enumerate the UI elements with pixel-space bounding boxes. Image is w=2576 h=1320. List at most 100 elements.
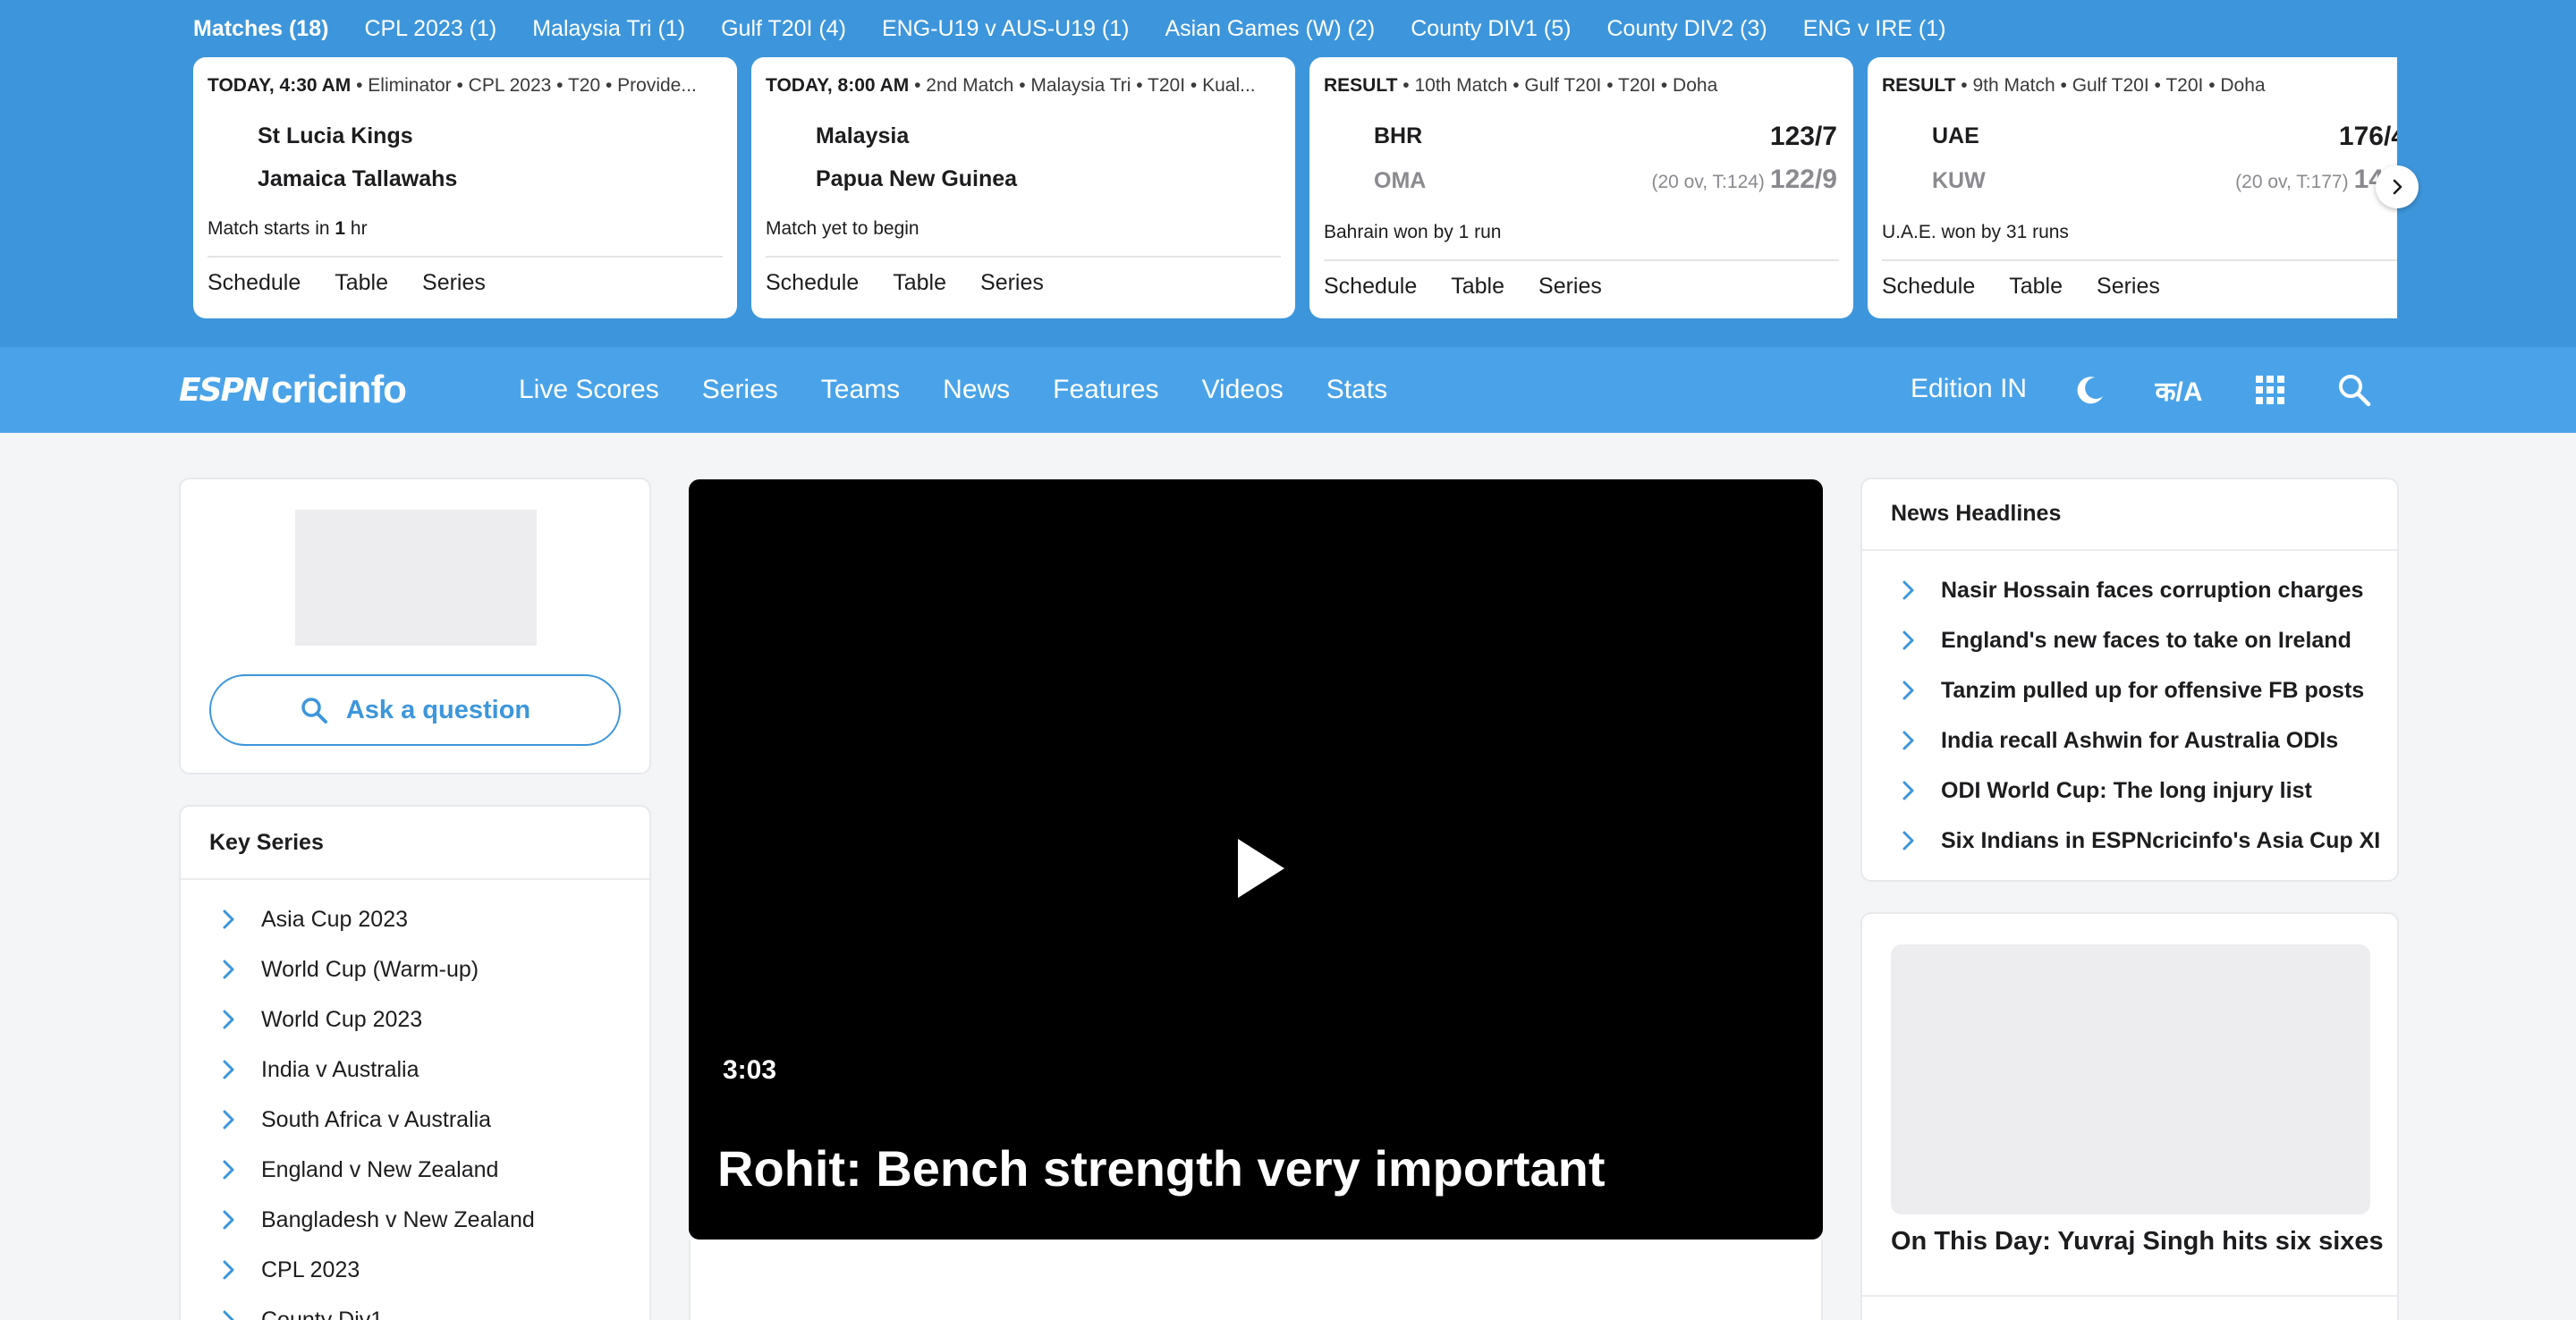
play-icon[interactable] [1234,837,1288,900]
match-card[interactable]: RESULT • 10th Match • Gulf T20I • T20I •… [1309,57,1853,318]
dark-mode-toggle[interactable] [2068,368,2111,411]
list-item-label: Six Indians in ESPNcricinfo's Asia Cup X… [1941,827,2381,853]
list-item[interactable]: County Div1 [181,1295,649,1320]
series-link[interactable]: Series [980,270,1044,296]
nav-link-live-scores[interactable]: Live Scores [519,375,659,405]
list-item[interactable]: CPL 2023 [181,1245,649,1295]
list-item[interactable]: World Cup 2023 [181,994,649,1045]
nav-links: Live Scores Series Teams News Features Videos… [519,347,1430,433]
match-tab[interactable]: County DIV2 (3) [1606,13,1767,45]
chevron-right-icon [223,1160,234,1180]
series-link[interactable]: Series [2097,274,2160,300]
video-duration: 3:03 [723,1055,777,1085]
list-item[interactable]: Nasir Hossain faces corruption charges [1862,565,2397,615]
match-status: Match yet to begin [766,218,919,239]
list-item[interactable]: Tanzim pulled up for offensive FB posts [1862,665,2397,715]
match-meta: RESULT • 10th Match • Gulf T20I • T20I •… [1324,75,1718,96]
list-item[interactable]: World Cup (Warm-up) [181,944,649,994]
list-item[interactable]: India recall Ashwin for Australia ODIs [1862,715,2397,766]
match-status: Match starts in 1 hr [208,218,368,239]
list-item[interactable]: England's new faces to take on Ireland [1862,615,2397,665]
match-tab[interactable]: CPL 2023 (1) [364,13,496,45]
card-divider [766,256,1281,258]
apps-menu-button[interactable] [2249,368,2292,411]
table-link[interactable]: Table [335,270,388,296]
series-link[interactable]: Series [422,270,486,296]
moon-icon [2077,377,2103,404]
scroll-next-button[interactable] [2376,165,2419,208]
chevron-right-icon [1902,781,1914,800]
schedule-link[interactable]: Schedule [1882,274,1975,300]
chevron-right-icon [223,1310,234,1320]
edition-selector[interactable]: Edition IN [1911,374,2027,404]
list-item-label: Bangladesh v New Zealand [261,1206,535,1232]
list-item-label: County Div1 [261,1307,384,1320]
panel-divider [1862,1295,2397,1297]
feature-story-card[interactable]: On This Day: Yuvraj Singh hits six sixes [1860,912,2399,1320]
list-item[interactable]: Six Indians in ESPNcricinfo's Asia Cup X… [1862,816,2397,866]
team-name: BHR [1374,123,1423,148]
espncricinfo-logo[interactable]: ESPN cricinfo [179,368,407,411]
match-card[interactable]: TODAY, 4:30 AM • Eliminator • CPL 2023 •… [193,57,737,318]
list-item[interactable]: England v New Zealand [181,1145,649,1195]
chevron-right-icon [2393,179,2402,195]
match-tab[interactable]: Malaysia Tri (1) [532,13,685,45]
match-card[interactable]: RESULT • 9th Match • Gulf T20I • T20I • … [1868,57,2397,318]
match-tab[interactable]: ENG v IRE (1) [1803,13,1946,45]
card-divider [1324,259,1839,261]
video-title[interactable]: Rohit: Bench strength very important [717,1139,1606,1197]
list-item[interactable]: ODI World Cup: The long injury list [1862,766,2397,816]
team-score: 123/7 [1769,122,1837,151]
match-card[interactable]: TODAY, 8:00 AM • 2nd Match • Malaysia Tr… [751,57,1295,318]
match-meta: TODAY, 8:00 AM • 2nd Match • Malaysia Tr… [766,75,1256,96]
nav-link-stats[interactable]: Stats [1326,375,1387,405]
table-link[interactable]: Table [893,270,946,296]
list-item-label: England v New Zealand [261,1156,499,1182]
chevron-right-icon [223,960,234,979]
series-link[interactable]: Series [1538,274,1602,300]
list-item[interactable]: Bangladesh v New Zealand [181,1195,649,1245]
nav-link-teams[interactable]: Teams [821,375,900,405]
schedule-link[interactable]: Schedule [766,270,859,296]
list-item-label: South Africa v Australia [261,1106,492,1132]
panel-divider [181,878,649,880]
chevron-right-icon [1902,630,1914,650]
overs-target: (20 ov, T:124) [1651,172,1765,192]
list-item[interactable]: South Africa v Australia [181,1095,649,1145]
schedule-link[interactable]: Schedule [1324,274,1417,300]
ask-question-button[interactable]: Ask a question [209,674,621,746]
feature-title[interactable]: On This Day: Yuvraj Singh hits six sixes [1891,1227,2384,1257]
match-tab[interactable]: Matches (18) [193,13,328,45]
video-player[interactable]: 3:03 Rohit: Bench strength very importan… [689,479,1823,1240]
list-item[interactable]: India v Australia [181,1045,649,1095]
table-link[interactable]: Table [2009,274,2063,300]
chevron-right-icon [223,1210,234,1230]
match-tab[interactable]: ENG-U19 v AUS-U19 (1) [882,13,1129,45]
team-score: 176/4 [2338,122,2397,151]
nav-link-news[interactable]: News [943,375,1010,405]
schedule-link[interactable]: Schedule [208,270,301,296]
list-item-label: Tanzim pulled up for offensive FB posts [1941,677,2365,703]
language-toggle[interactable]: क/A [2152,368,2206,411]
search-button[interactable] [2333,368,2376,411]
match-tab[interactable]: County DIV1 (5) [1411,13,1571,45]
match-meta: TODAY, 4:30 AM • Eliminator • CPL 2023 •… [208,75,697,96]
table-link[interactable]: Table [1451,274,1504,300]
card-divider [1882,259,2397,261]
nav-link-series[interactable]: Series [702,375,778,405]
match-tab[interactable]: Asian Games (W) (2) [1165,13,1375,45]
key-series-list: Asia Cup 2023 World Cup (Warm-up) World Cu… [181,894,649,1320]
overs-target: (20 ov, T:177) [2235,172,2349,192]
list-item-label: India recall Ashwin for Australia ODIs [1941,727,2339,753]
nav-link-videos[interactable]: Videos [1202,375,1284,405]
match-tab[interactable]: Gulf T20I (4) [721,13,846,45]
list-item[interactable]: Asia Cup 2023 [181,894,649,944]
card-links: Schedule Table Series [208,270,520,296]
chevron-right-icon [223,910,234,929]
news-headlines-panel: News Headlines Nasir Hossain faces corru… [1860,478,2399,882]
ask-panel: Ask a question [179,478,651,774]
team-name: Malaysia [816,123,910,148]
list-item-label: England's new faces to take on Ireland [1941,627,2351,653]
list-item-label: Nasir Hossain faces corruption charges [1941,577,2364,603]
nav-link-features[interactable]: Features [1053,375,1158,405]
